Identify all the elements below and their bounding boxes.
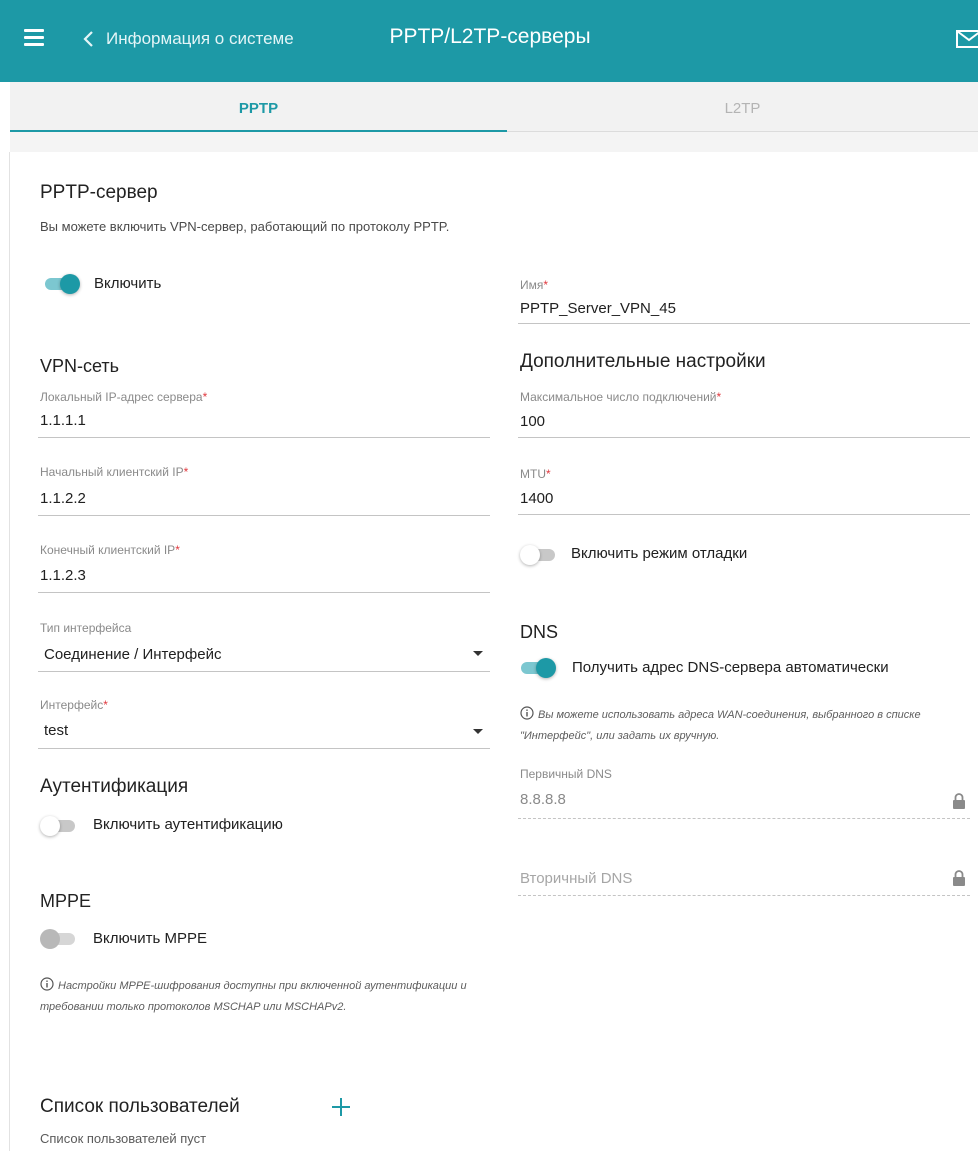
users-empty-text: Список пользователей пуст (40, 1131, 207, 1146)
end-ip-underline (38, 592, 490, 593)
local-ip-field[interactable] (38, 388, 490, 438)
hamburger-menu-icon[interactable] (24, 29, 44, 46)
mppe-section-title: MPPE (40, 891, 92, 911)
vpn-section-title: VPN-сеть (40, 356, 120, 376)
max-conn-field[interactable] (518, 388, 970, 438)
mppe-toggle[interactable] (40, 929, 76, 949)
info-circle-icon (520, 706, 534, 720)
mppe-note-text: Настройки MPPE-шифрования доступны при в… (40, 980, 467, 1013)
secondary-dns-field (518, 856, 970, 896)
name-field-underline (518, 323, 970, 324)
page-title: PPTP/L2TP-серверы (389, 25, 591, 48)
primary-dns-field (518, 765, 970, 819)
dns-auto-toggle-label: Получить адрес DNS-сервера автоматически (572, 659, 889, 676)
content-left-border (9, 152, 10, 1151)
enable-toggle[interactable] (44, 274, 80, 294)
secondary-dns-underline (518, 895, 970, 896)
section-description: Вы можете включить VPN-сервер, работающи… (40, 219, 450, 234)
users-section-title: Список пользователей (40, 1096, 240, 1117)
auth-section-title: Аутентификация (40, 776, 189, 797)
iface-type-underline (38, 671, 490, 672)
mppe-note: Настройки MPPE-шифрования доступны при в… (40, 976, 500, 1018)
tab-bar: PPTP L2TP (10, 82, 978, 132)
iface-underline (38, 748, 490, 749)
auth-toggle[interactable] (40, 816, 76, 836)
mtu-field[interactable] (518, 465, 970, 515)
info-circle-icon (40, 977, 54, 991)
envelope-icon[interactable] (956, 30, 978, 48)
dns-section-title: DNS (520, 622, 559, 642)
end-ip-field[interactable] (38, 541, 490, 593)
advanced-section-title: Дополнительные настройки (520, 351, 766, 372)
iface-type-select[interactable] (38, 619, 490, 672)
name-field[interactable] (518, 276, 970, 324)
dns-note-text: Вы можете использовать адреса WAN-соедин… (520, 709, 921, 742)
iface-select[interactable] (38, 696, 490, 749)
content-header-strip (10, 132, 978, 152)
chevron-left-icon (83, 31, 93, 47)
tab-pptp[interactable]: PPTP (10, 82, 507, 132)
section-title: PPTP-сервер (40, 182, 158, 203)
auth-toggle-label: Включить аутентификацию (93, 816, 283, 833)
top-bar: Информация о системе PPTP/L2TP-серверы (0, 0, 978, 82)
debug-toggle-label: Включить режим отладки (571, 545, 748, 562)
dns-note: Вы можете использовать адреса WAN-соедин… (520, 705, 972, 747)
enable-toggle-label: Включить (94, 275, 162, 292)
primary-dns-underline (518, 818, 970, 819)
back-link-label: Информация о системе (106, 29, 294, 48)
start-ip-underline (38, 515, 490, 516)
add-user-button[interactable] (330, 1096, 352, 1118)
mtu-underline (518, 514, 970, 515)
back-link[interactable]: Информация о системе (80, 28, 294, 50)
dns-auto-toggle[interactable] (520, 658, 556, 678)
mppe-toggle-label: Включить MPPE (93, 930, 207, 947)
local-ip-underline (38, 437, 490, 438)
max-conn-underline (518, 437, 970, 438)
tab-l2tp[interactable]: L2TP (507, 82, 978, 132)
debug-toggle[interactable] (520, 545, 556, 565)
start-ip-field[interactable] (38, 463, 490, 516)
